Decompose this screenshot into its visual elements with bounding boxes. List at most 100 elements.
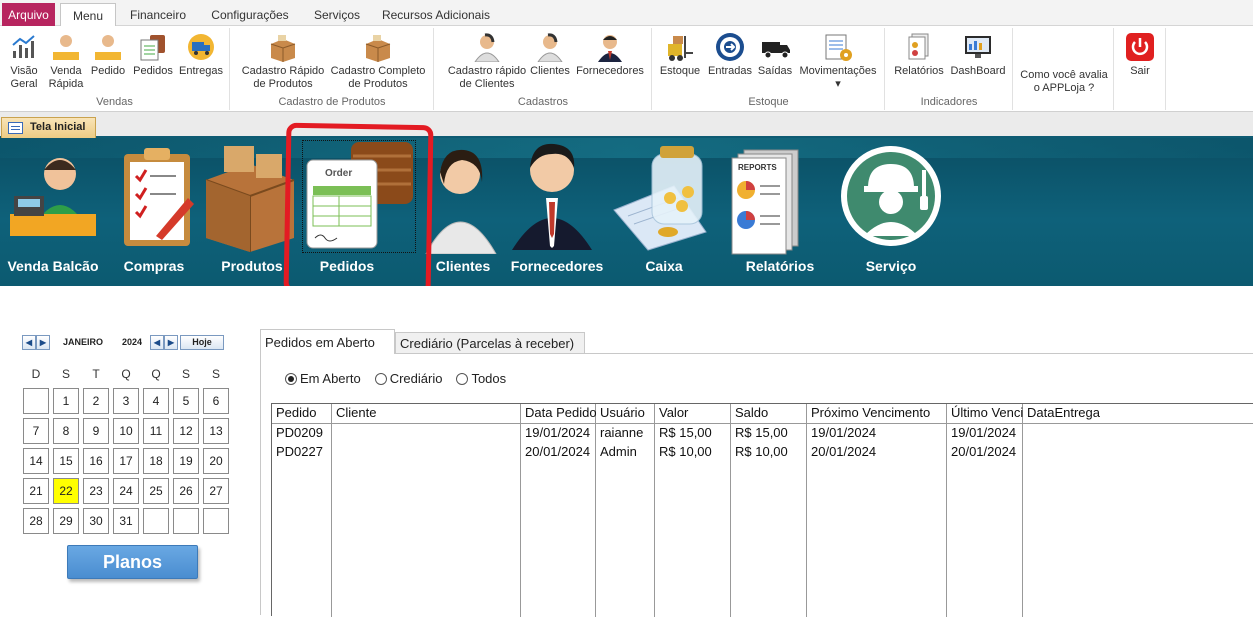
calendar-day[interactable]: 20 <box>203 448 229 474</box>
tab-crediario[interactable]: Crediário (Parcelas à receber) <box>395 332 585 354</box>
calendar-day[interactable]: 5 <box>173 388 199 414</box>
table-cell[interactable]: 19/01/2024 <box>947 425 1023 443</box>
calendar-day[interactable]: 10 <box>113 418 139 444</box>
tab-tela-inicial[interactable]: Tela Inicial <box>1 117 96 138</box>
tab-arquivo[interactable]: Arquivo <box>2 3 55 26</box>
visao-geral-button[interactable]: Visão Geral <box>4 31 44 91</box>
calendar-day[interactable]: 11 <box>143 418 169 444</box>
venda-rapida-button[interactable]: Venda Rápida <box>46 31 86 91</box>
radio-em-aberto[interactable]: Em Aberto <box>285 371 361 386</box>
movimentacoes-button[interactable]: Movimentações ▾ <box>796 31 880 91</box>
radio-circle[interactable] <box>456 372 469 385</box>
table-cell[interactable]: 19/01/2024 <box>521 425 596 443</box>
calendar-day[interactable]: 24 <box>113 478 139 504</box>
table-cell[interactable]: 19/01/2024 <box>807 425 947 443</box>
clientes-button[interactable]: Clientes <box>528 31 572 78</box>
column-header[interactable]: Data Pedido <box>521 405 596 423</box>
today-button[interactable]: Hoje <box>180 334 224 350</box>
calendar-day[interactable]: 17 <box>113 448 139 474</box>
dashboard-button[interactable]: DashBoard <box>948 31 1008 78</box>
calendar-day[interactable]: 12 <box>173 418 199 444</box>
radio-circle[interactable] <box>374 372 387 385</box>
column-header[interactable]: Usuário <box>596 405 655 423</box>
table-cell[interactable]: Admin <box>596 444 655 462</box>
saidas-button[interactable]: Saídas <box>755 31 795 78</box>
calendar-day[interactable]: 13 <box>203 418 229 444</box>
tab-servicos[interactable]: Serviços <box>308 3 366 26</box>
calendar-day[interactable]: 15 <box>53 448 79 474</box>
pedido-button[interactable]: Pedido <box>88 31 128 78</box>
radio-todos[interactable]: Todos <box>456 371 506 386</box>
prev-month-button[interactable]: ◀ <box>22 334 36 350</box>
entradas-button[interactable]: Entradas <box>705 31 755 78</box>
nav-fornecedores[interactable]: Fornecedores <box>506 138 608 286</box>
calendar-day[interactable]: 27 <box>203 478 229 504</box>
table-cell[interactable]: R$ 10,00 <box>655 444 731 462</box>
nav-relatorios[interactable]: REPORTS Relatórios <box>722 138 838 286</box>
table-cell[interactable]: 20/01/2024 <box>947 444 1023 462</box>
calendar-day[interactable]: 18 <box>143 448 169 474</box>
cadastro-rapido-clientes-button[interactable]: Cadastro rápido de Clientes <box>439 31 535 91</box>
calendar-day[interactable]: 28 <box>23 508 49 534</box>
avaliar-apploja-button[interactable]: Como você avalia o APPLoja ? <box>1014 69 1114 95</box>
prev-year-button[interactable]: ◀ <box>150 334 164 350</box>
tab-financeiro[interactable]: Financeiro <box>128 3 188 26</box>
column-header[interactable]: Próximo Vencimento <box>807 405 947 423</box>
calendar-day[interactable]: 3 <box>113 388 139 414</box>
sair-button[interactable]: Sair <box>1119 31 1161 78</box>
table-cell[interactable] <box>332 425 521 443</box>
table-cell[interactable]: raianne <box>596 425 655 443</box>
tab-pedidos-em-aberto[interactable]: Pedidos em Aberto <box>260 329 395 354</box>
radio-circle[interactable] <box>285 372 297 385</box>
table-cell[interactable]: PD0209 <box>272 425 332 443</box>
table-cell[interactable] <box>1023 425 1253 443</box>
nav-clientes[interactable]: Clientes <box>420 138 506 286</box>
entregas-button[interactable]: Entregas <box>177 31 225 78</box>
tab-configuracoes[interactable]: Configurações <box>205 3 295 26</box>
calendar-day[interactable]: 30 <box>83 508 109 534</box>
calendar-day[interactable]: 6 <box>203 388 229 414</box>
calendar-day[interactable]: 2 <box>83 388 109 414</box>
table-cell[interactable]: R$ 15,00 <box>655 425 731 443</box>
planos-button[interactable]: Planos <box>67 545 198 579</box>
table-cell[interactable] <box>332 444 521 462</box>
calendar-day[interactable]: 8 <box>53 418 79 444</box>
estoque-button[interactable]: Estoque <box>657 31 703 78</box>
nav-caixa[interactable]: Caixa <box>608 138 720 286</box>
table-cell[interactable]: 20/01/2024 <box>807 444 947 462</box>
relatorios-button[interactable]: Relatórios <box>889 31 949 78</box>
calendar-day[interactable]: 31 <box>113 508 139 534</box>
calendar-day[interactable]: 14 <box>23 448 49 474</box>
nav-servico[interactable]: Serviço <box>838 138 944 286</box>
radio-crediario[interactable]: Crediário <box>374 371 442 386</box>
fornecedores-button[interactable]: Fornecedores <box>573 31 647 78</box>
pedidos-button[interactable]: Pedidos <box>130 31 176 78</box>
tab-menu[interactable]: Menu <box>60 3 116 27</box>
calendar-day[interactable]: 1 <box>53 388 79 414</box>
cadastro-rapido-produtos-button[interactable]: Cadastro Rápido de Produtos <box>235 31 331 91</box>
nav-compras[interactable]: Compras <box>106 138 202 286</box>
next-month-button[interactable]: ▶ <box>36 334 50 350</box>
calendar-day[interactable]: 22 <box>53 478 79 504</box>
calendar-day[interactable]: 29 <box>53 508 79 534</box>
nav-venda-balcao[interactable]: Venda Balcão <box>0 138 106 286</box>
table-cell[interactable]: R$ 10,00 <box>731 444 807 462</box>
table-cell[interactable]: R$ 15,00 <box>731 425 807 443</box>
calendar-day[interactable]: 19 <box>173 448 199 474</box>
calendar-day[interactable]: 4 <box>143 388 169 414</box>
calendar-day[interactable]: 9 <box>83 418 109 444</box>
column-header[interactable]: DataEntrega <box>1023 405 1253 423</box>
table-cell[interactable] <box>1023 444 1253 462</box>
column-header[interactable]: Último Vencimento <box>947 405 1023 423</box>
calendar-day[interactable]: 26 <box>173 478 199 504</box>
calendar-day[interactable]: 16 <box>83 448 109 474</box>
table-cell[interactable]: 20/01/2024 <box>521 444 596 462</box>
table-cell[interactable]: PD0227 <box>272 444 332 462</box>
cadastro-completo-produtos-button[interactable]: Cadastro Completo de Produtos <box>327 31 429 91</box>
tab-recursos-adicionais[interactable]: Recursos Adicionais <box>380 3 492 26</box>
column-header[interactable]: Pedido <box>272 405 332 423</box>
calendar-day[interactable]: 23 <box>83 478 109 504</box>
calendar-day[interactable]: 21 <box>23 478 49 504</box>
next-year-button[interactable]: ▶ <box>164 334 178 350</box>
column-header[interactable]: Saldo <box>731 405 807 423</box>
